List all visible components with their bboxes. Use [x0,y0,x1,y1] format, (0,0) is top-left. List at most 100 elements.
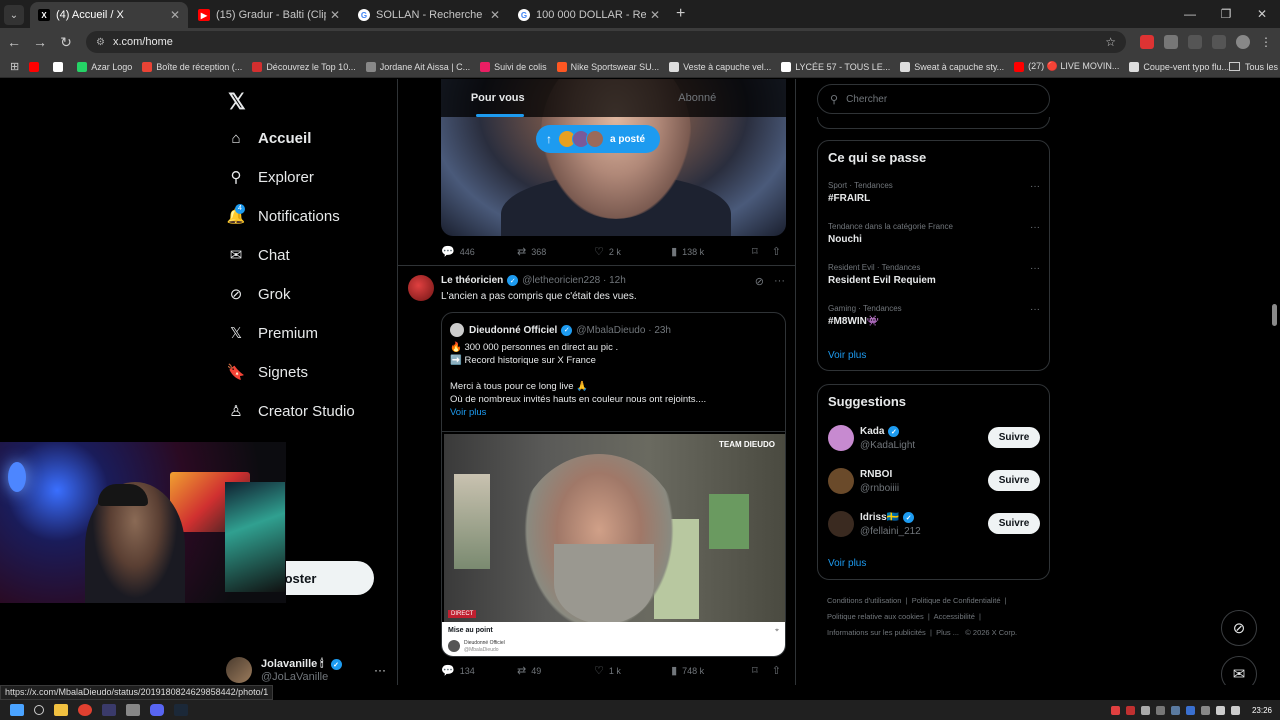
scrollbar-thumb[interactable] [1272,304,1277,326]
views-button[interactable]: ▮ 138 k [671,245,752,258]
footer-link[interactable]: Politique de Confidentialité [912,596,1001,605]
author-name[interactable]: Le théoricien [441,275,503,286]
extension-icon[interactable] [1140,35,1154,49]
author-handle[interactable]: @letheoricien228 [522,275,600,286]
suggestion-item[interactable]: RNBOI @rnboiiii Suivre [828,468,1040,496]
tab-pour-vous[interactable]: Pour vous [398,79,598,117]
app-icon[interactable] [102,704,116,716]
restore-icon[interactable]: ❐ [1208,0,1244,28]
x-logo-icon[interactable]: 𝕏 [228,89,246,115]
all-bookmarks[interactable]: Tous les favoris [1228,62,1280,72]
follow-button[interactable]: Suivre [988,470,1040,491]
bookmark-item[interactable]: Jordane Ait Aissa | C... [365,61,470,72]
reload-icon[interactable]: ↻ [54,34,78,51]
clock[interactable]: 23:26 [1252,706,1272,715]
grok-icon[interactable]: ⊘ [755,275,764,288]
bookmark-item[interactable]: (27) 🔴 LIVE MOVIN... [1014,61,1119,72]
messages-fab-button[interactable]: ✉ [1221,656,1257,685]
tray-icon[interactable] [1155,705,1165,715]
nav-item-signets[interactable]: 🔖 Signets [227,363,308,382]
nav-item-creator-studio[interactable]: ♙ Creator Studio [227,402,354,421]
tab-abonne[interactable]: Abonné [598,79,796,117]
quoted-tweet[interactable]: Dieudonné Officiel ✓ @MbalaDieudo · 23h … [441,312,786,657]
apps-grid-icon[interactable]: ⊞ [10,60,19,73]
trend-item[interactable]: Resident Evil · Tendances Resident Evil R… [828,263,1040,286]
puzzle-icon[interactable] [1188,35,1202,49]
browser-tab-2[interactable]: ▶ (15) Gradur - Balti (Clip Officiel) ✕ [190,2,348,28]
more-icon[interactable]: ··· [1030,181,1040,192]
browser-tab-3[interactable]: G SOLLAN - Recherche Google ✕ [350,2,508,28]
bookmark-item[interactable]: Veste à capuche vel... [669,61,771,72]
chrome-icon[interactable] [78,704,92,716]
bookmark-item[interactable]: Boîte de réception (... [142,61,242,72]
forward-arrow-icon[interactable]: → [28,34,52,50]
profile-avatar-icon[interactable] [1236,35,1250,49]
more-icon[interactable]: ··· [374,663,386,677]
site-info-icon[interactable]: ⚙ [96,37,105,48]
footer-link[interactable]: Politique relative aux cookies [827,612,924,621]
new-posts-pill[interactable]: ↑ a posté [536,125,660,153]
more-icon[interactable]: ··· [1030,304,1040,315]
nav-item-explorer[interactable]: ⚲ Explorer [227,168,314,187]
steam-icon[interactable] [174,704,188,716]
avatar[interactable] [828,468,854,494]
search-icon[interactable] [34,705,44,715]
nav-item-accueil[interactable]: ⌂ Accueil [227,129,311,147]
repost-button[interactable]: ⇄ 49 [517,664,594,677]
repost-button[interactable]: ⇄ 368 [517,245,594,258]
avatar[interactable] [828,511,854,537]
menu-lines-icon[interactable] [1212,35,1226,49]
views-button[interactable]: ▮ 748 k [671,664,752,677]
app-icon[interactable] [126,704,140,716]
footer-link[interactable]: Conditions d'utilisation [827,596,901,605]
avatar[interactable] [408,275,434,301]
bookmark-star-icon[interactable]: ☆ [1105,35,1116,49]
trend-item[interactable]: Tendance dans la catégorie France Nouchi ·… [828,222,1040,245]
bookmark-button[interactable]: ⌑ [752,245,772,258]
bookmark-button[interactable]: ⌑ [752,664,772,677]
account-switcher[interactable]: Jolavanille 🕯 ✓ @JoLaVanille ··· [226,654,386,685]
search-input[interactable]: ⚲ Chercher [817,84,1050,114]
quote-media[interactable]: TEAM DIEUDO DIRECT Mise au point ⌖ Dieud… [442,431,785,656]
bookmark-item[interactable] [29,61,43,72]
share-button[interactable]: ⇧ [772,664,786,677]
tray-icon[interactable] [1170,705,1180,715]
bluetooth-icon[interactable] [1185,705,1195,715]
reply-button[interactable]: 💬 134 [441,664,517,677]
browser-tab-4[interactable]: G 100 000 DOLLAR - Recherche Google ✕ [510,2,668,28]
wifi-icon[interactable] [1215,705,1225,715]
footer-link[interactable]: Informations sur les publicités [827,628,926,637]
volume-icon[interactable] [1230,705,1240,715]
close-tab-icon[interactable]: ✕ [170,8,180,22]
suggestion-item[interactable]: Idriss🇸🇪 ✓ @fellaini_212 Suivre [828,511,1040,539]
extension-icon[interactable] [1164,35,1178,49]
share-button[interactable]: ⇧ [772,245,786,258]
minimize-icon[interactable]: — [1172,0,1208,28]
windows-start-icon[interactable] [10,704,24,716]
url-bar[interactable]: ⚙ x.com/home ☆ [86,31,1126,53]
like-button[interactable]: ♡ 1 k [594,664,671,677]
bookmark-item[interactable]: Suivi de colis [480,61,547,72]
bookmark-item[interactable]: LYCÉE 57 - TOUS LE... [781,61,890,72]
show-more-suggestions-link[interactable]: Voir plus [828,558,866,569]
close-tab-icon[interactable]: ✕ [490,8,500,22]
trend-item[interactable]: Gaming · Tendances #M8WIN👾 ··· [828,304,1040,327]
tray-icon[interactable] [1140,705,1150,715]
follow-button[interactable]: Suivre [988,427,1040,448]
bookmark-item[interactable]: Azar Logo [77,61,132,72]
footer-link[interactable]: Accessibilité [934,612,975,621]
show-more-trends-link[interactable]: Voir plus [828,350,866,361]
video-frame[interactable]: TEAM DIEUDO DIRECT [444,434,785,622]
kebab-menu-icon[interactable]: ⋮ [1260,35,1274,49]
reply-button[interactable]: 💬 446 [441,245,517,258]
nav-item-chat[interactable]: ✉ Chat [227,246,290,265]
close-tab-icon[interactable]: ✕ [650,8,660,22]
nav-item-grok[interactable]: ⊘ Grok [227,285,291,304]
more-icon[interactable]: ··· [774,275,785,288]
back-arrow-icon[interactable]: ← [2,34,26,50]
footer-link[interactable]: Plus ... [936,628,959,637]
tray-icon[interactable] [1200,705,1210,715]
tray-icon[interactable] [1125,705,1135,715]
bookmark-item[interactable]: Découvrez le Top 10... [252,61,356,72]
more-icon[interactable]: ··· [1030,222,1040,233]
